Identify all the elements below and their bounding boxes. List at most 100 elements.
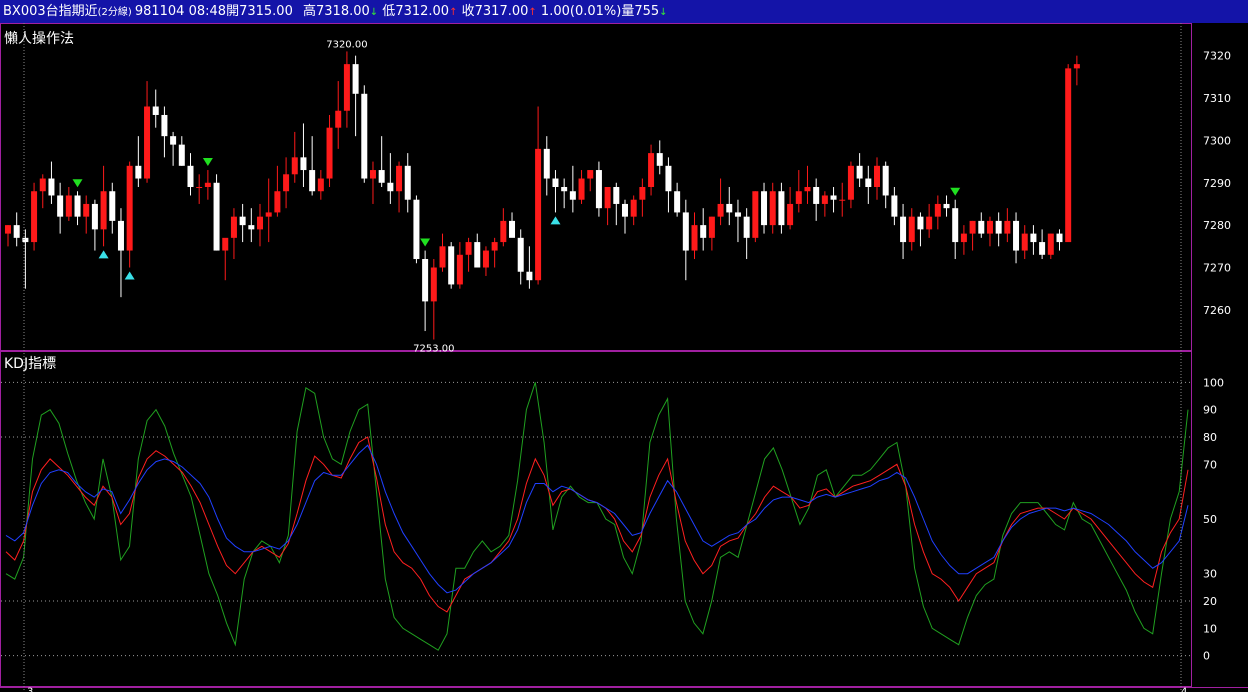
candle-body: [856, 165, 863, 179]
candle-body: [413, 199, 420, 260]
candle-body: [821, 195, 828, 204]
candle-body: [144, 106, 151, 179]
candle-body: [526, 271, 533, 281]
candle-body: [986, 220, 993, 234]
price-tick-label: 7300: [1203, 134, 1231, 147]
candle-body: [274, 191, 281, 213]
candle-body: [352, 64, 359, 94]
candle-body: [448, 246, 455, 285]
candle-body: [291, 157, 298, 175]
low-value: 7312.00: [395, 4, 450, 19]
candle-body: [804, 187, 811, 192]
candle-body: [552, 178, 559, 187]
period-label: (2分線): [97, 7, 132, 18]
low-label: 低: [382, 4, 396, 19]
candle-body: [1047, 233, 1054, 255]
candle-body: [13, 225, 20, 238]
candle-body: [378, 170, 385, 183]
close-value: 7317.00: [474, 4, 529, 19]
candle-body: [795, 191, 802, 204]
candle-body: [265, 212, 272, 217]
candle-body: [404, 165, 411, 200]
candle-body: [726, 203, 733, 213]
kdj-panel-title: KDJ指標: [4, 356, 56, 372]
price-tick-label: 7310: [1203, 92, 1231, 105]
quote-date: 981104: [134, 4, 185, 19]
candle-body: [813, 187, 820, 204]
candle-body: [39, 178, 46, 192]
sell-marker-icon: [202, 158, 213, 167]
candle-body: [239, 216, 246, 226]
high-arrow-down-icon: ↓: [369, 7, 379, 18]
candle-body: [178, 144, 185, 166]
candle-body: [369, 170, 376, 179]
min-price-label: 7253.00: [413, 344, 454, 355]
kdj-tick-label: 100: [1203, 376, 1224, 389]
kdj-panel-border: [0, 351, 1192, 687]
candle-body: [717, 203, 724, 217]
candle-body: [439, 246, 446, 268]
kdj-tick-label: 90: [1203, 404, 1217, 417]
candle-body: [535, 148, 542, 281]
candle-body: [969, 220, 976, 234]
candle-body: [456, 254, 463, 285]
buy-marker-icon: [124, 271, 135, 280]
candle-body: [943, 203, 950, 209]
candle-body: [743, 216, 750, 238]
chart-area: 7260 7270 7280 7290 7300 7310 7320 0 10 20 30 50 70 8…: [0, 23, 1248, 692]
candle-body: [648, 153, 655, 187]
candle-body: [891, 195, 898, 217]
candle-body: [387, 182, 394, 192]
candle-body: [734, 212, 741, 217]
candle-body: [908, 216, 915, 243]
candle-body: [700, 225, 707, 238]
candle-body: [561, 187, 568, 192]
low-arrow-up-icon: ↑: [449, 7, 458, 18]
candle-body: [847, 165, 854, 200]
candle-body: [57, 195, 64, 217]
volume-value: 755: [634, 4, 660, 19]
candle-body: [326, 127, 333, 179]
candle-body: [170, 136, 177, 145]
candle-body: [517, 237, 524, 272]
candle-body: [595, 170, 602, 209]
price-tick-label: 7280: [1203, 219, 1231, 232]
change-percent: (0.01%): [569, 4, 622, 19]
candle-body: [761, 191, 768, 226]
price-panel-title: 懶人操作法: [4, 31, 74, 47]
candle-body: [978, 220, 985, 234]
candle-body: [48, 178, 55, 196]
candle-body: [1065, 68, 1072, 243]
signal-markers: [72, 158, 961, 280]
candle-body: [639, 187, 646, 200]
kdj-gridlines: [1, 381, 1191, 657]
candle-body: [682, 212, 689, 251]
close-label: 收: [461, 4, 475, 19]
candle-body: [1021, 233, 1028, 251]
candle-body: [135, 165, 142, 179]
candle-body: [465, 242, 472, 255]
candle-body: [222, 237, 229, 251]
candle-body: [995, 220, 1002, 234]
high-label: 高: [302, 4, 316, 19]
volume-arrow-down-icon: ↓: [659, 7, 668, 18]
candle-body: [100, 191, 107, 230]
candle-body: [300, 157, 307, 171]
candle-body: [839, 199, 846, 201]
candle-body: [934, 203, 941, 217]
high-value: 7318.00: [316, 4, 370, 19]
y-axis-labels: 7260 7270 7280 7290 7300 7310 7320 0 10 20 30 50 70 8…: [1203, 50, 1231, 663]
candle-body: [674, 191, 681, 213]
candle-body: [187, 165, 194, 187]
candle-body: [926, 216, 933, 230]
candle-body: [83, 203, 90, 217]
candle-body: [952, 208, 959, 243]
candle-body: [578, 178, 585, 200]
close-arrow-up-icon: ↑: [528, 7, 537, 18]
candle-body: [196, 187, 203, 188]
candle-body: [917, 216, 924, 230]
candle-body: [874, 165, 880, 187]
candle-body: [396, 165, 403, 192]
kdj-tick-label: 20: [1203, 595, 1217, 608]
sell-marker-icon: [72, 179, 83, 188]
